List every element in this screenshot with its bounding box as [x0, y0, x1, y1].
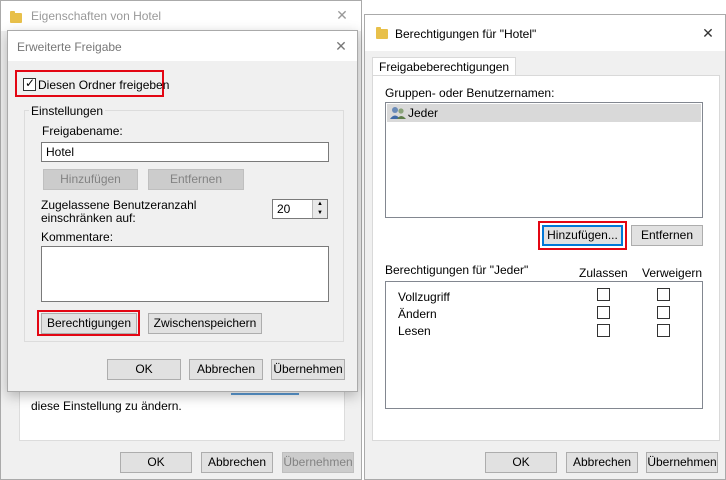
folder-icon	[376, 27, 388, 39]
allow-column-header: Zulassen	[579, 266, 628, 280]
user-limit-label: Zugelassene Benutzeranzahl einschränken …	[41, 198, 197, 225]
group-name: Jeder	[408, 106, 439, 120]
permissions-button[interactable]: Berechtigungen	[41, 313, 137, 334]
deny-read-checkbox[interactable]	[657, 324, 670, 337]
comments-label: Kommentare:	[41, 230, 114, 244]
deny-column-header: Verweigern	[642, 266, 703, 280]
close-icon[interactable]: ✕	[331, 5, 353, 25]
permission-name: Ändern	[398, 307, 437, 321]
permissions-cancel-button[interactable]: Abbrechen	[566, 452, 638, 473]
share-folder-label[interactable]: Diesen Ordner freigeben	[38, 78, 169, 92]
permissions-titlebar: Berechtigungen für "Hotel" ✕	[365, 15, 725, 51]
permissions-window: Berechtigungen für "Hotel" ✕ Freigabeber…	[364, 14, 726, 480]
advanced-sharing-titlebar: Erweiterte Freigabe ✕	[8, 31, 357, 61]
spinner-down-button[interactable]: ▼	[312, 209, 327, 218]
groups-label: Gruppen- oder Benutzernamen:	[385, 86, 555, 100]
properties-cancel-button[interactable]: Abbrechen	[201, 452, 273, 473]
settings-group-label: Einstellungen	[29, 104, 106, 118]
advanced-apply-button[interactable]: Übernehmen	[271, 359, 345, 380]
folder-icon	[10, 11, 22, 23]
permissions-remove-button[interactable]: Entfernen	[631, 225, 703, 246]
properties-hint-text: diese Einstellung zu ändern.	[31, 399, 182, 413]
close-icon[interactable]: ✕	[330, 36, 352, 56]
user-limit-value: 20	[277, 202, 291, 216]
comments-textarea[interactable]	[41, 246, 329, 302]
advanced-sharing-title: Erweiterte Freigabe	[17, 40, 122, 54]
share-name-input[interactable]: Hotel	[41, 142, 329, 162]
properties-link-underline	[231, 393, 299, 395]
share-remove-button[interactable]: Entfernen	[148, 169, 244, 190]
permissions-title: Berechtigungen für "Hotel"	[395, 27, 537, 41]
groups-listbox[interactable]: Jeder	[385, 102, 703, 218]
permissions-for-label: Berechtigungen für "Jeder"	[385, 263, 529, 277]
share-add-button[interactable]: Hinzufügen	[43, 169, 138, 190]
list-item[interactable]: Jeder	[387, 104, 701, 122]
advanced-cancel-button[interactable]: Abbrechen	[189, 359, 263, 380]
properties-apply-button[interactable]: Übernehmen	[282, 452, 354, 473]
permissions-add-button[interactable]: Hinzufügen...	[542, 225, 623, 246]
permissions-list: Vollzugriff Ändern Lesen	[385, 281, 703, 409]
properties-title: Eigenschaften von Hotel	[31, 9, 162, 23]
permission-name: Vollzugriff	[398, 290, 450, 304]
properties-titlebar: Eigenschaften von Hotel ✕	[1, 1, 361, 31]
permission-name: Lesen	[398, 324, 431, 338]
deny-change-checkbox[interactable]	[657, 306, 670, 319]
permissions-apply-button[interactable]: Übernehmen	[646, 452, 718, 473]
allow-fullcontrol-checkbox[interactable]	[597, 288, 610, 301]
close-icon[interactable]: ✕	[697, 23, 719, 43]
deny-fullcontrol-checkbox[interactable]	[657, 288, 670, 301]
tab-share-permissions[interactable]: Freigabeberechtigungen	[372, 57, 517, 76]
users-icon	[390, 107, 406, 119]
share-folder-checkbox[interactable]: ✓	[23, 76, 36, 91]
properties-ok-button[interactable]: OK	[120, 452, 192, 473]
allow-read-checkbox[interactable]	[597, 324, 610, 337]
advanced-ok-button[interactable]: OK	[107, 359, 181, 380]
allow-change-checkbox[interactable]	[597, 306, 610, 319]
advanced-sharing-dialog: Erweiterte Freigabe ✕ ✓ Diesen Ordner fr…	[7, 30, 358, 392]
share-name-label: Freigabename:	[42, 124, 123, 138]
permissions-ok-button[interactable]: OK	[485, 452, 557, 473]
caching-button[interactable]: Zwischenspeichern	[148, 313, 262, 334]
check-icon: ✓	[25, 76, 36, 90]
spinner-up-button[interactable]: ▲	[312, 200, 327, 209]
